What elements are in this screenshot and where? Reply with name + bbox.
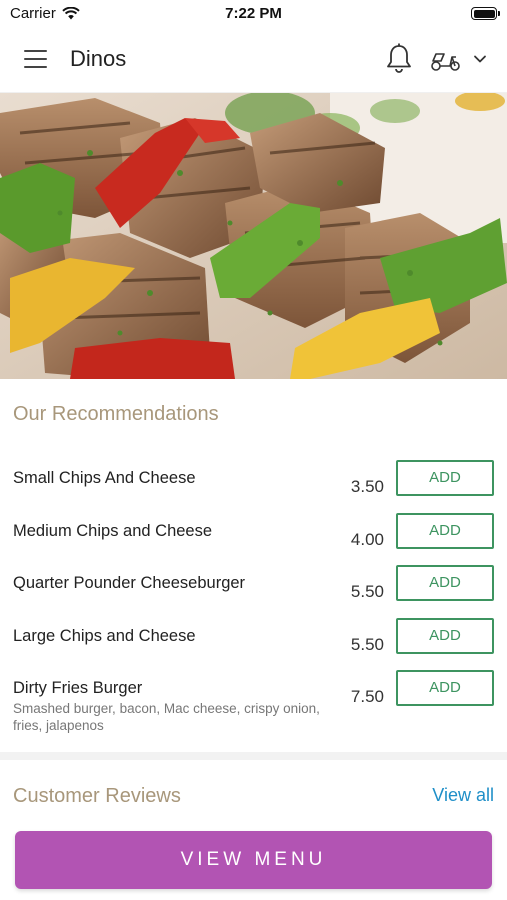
kebab-photo [0, 93, 507, 379]
add-button[interactable]: ADD [396, 618, 494, 654]
item-price: 3.50 [350, 477, 384, 496]
view-menu-button[interactable]: VIEW MENU [15, 831, 492, 889]
item-name: Small Chips And Cheese [13, 469, 196, 487]
item-name: Dirty Fries Burger [13, 679, 143, 697]
status-time: 7:22 PM [225, 5, 282, 22]
item-price: 5.50 [350, 635, 384, 654]
add-button[interactable]: ADD [396, 513, 494, 549]
item-price: 5.50 [350, 582, 384, 601]
bell-icon[interactable] [384, 43, 414, 75]
item-name: Medium Chips and Cheese [13, 522, 213, 540]
chevron-down-icon[interactable] [472, 53, 488, 65]
app-header: Dinos [0, 26, 507, 93]
battery-icon [471, 7, 500, 20]
scooter-icon[interactable] [430, 48, 462, 72]
page-title: Dinos [70, 46, 127, 71]
item-price: 4.00 [350, 530, 384, 549]
reviews-title: Customer Reviews [13, 785, 181, 807]
menu-icon[interactable] [24, 50, 47, 68]
item-name: Large Chips and Cheese [13, 627, 196, 645]
hero-image [0, 93, 507, 379]
add-button[interactable]: ADD [396, 460, 494, 496]
status-bar: Carrier 7:22 PM [0, 0, 507, 26]
item-price: 7.50 [350, 687, 384, 706]
section-divider [0, 752, 507, 760]
add-button[interactable]: ADD [396, 670, 494, 706]
item-description: Smashed burger, bacon, Mac cheese, crisp… [13, 701, 320, 733]
item-name: Quarter Pounder Cheeseburger [13, 574, 246, 592]
view-all-link[interactable]: View all [432, 785, 494, 806]
add-button[interactable]: ADD [396, 565, 494, 601]
recommendations-title: Our Recommendations [13, 403, 219, 425]
